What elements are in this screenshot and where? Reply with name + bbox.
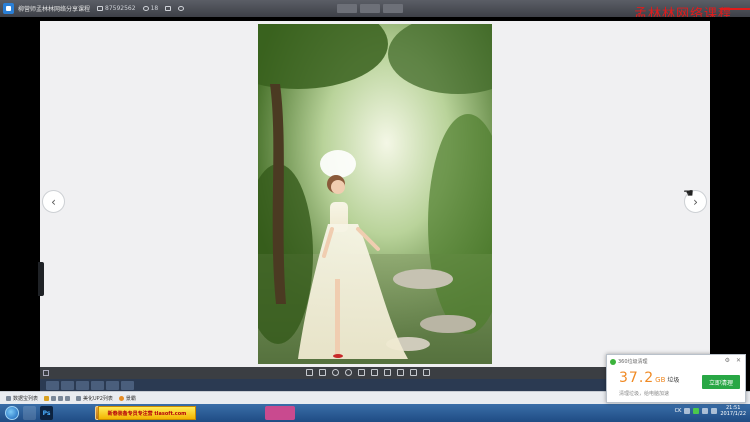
quick-item-3[interactable]: 景霸	[118, 395, 136, 402]
play-icon[interactable]	[371, 369, 378, 376]
app-icon-d[interactable]	[65, 395, 71, 401]
stream-topbar: 柳营师孟林林网络分享课程 87592562 18 孟林林网络课程	[0, 0, 750, 22]
taskbar-app-photoshop[interactable]: Ps	[40, 406, 53, 420]
photo-illustration	[258, 24, 492, 364]
clean-now-button[interactable]: 立即清理	[702, 375, 740, 389]
remote-app-icon[interactable]	[46, 380, 59, 390]
app-icon-a[interactable]	[44, 395, 50, 401]
popup-header: 360垃圾清理	[610, 358, 648, 365]
tray-icon[interactable]	[702, 408, 709, 414]
chevron-right-icon: ›	[693, 194, 698, 209]
close-icon[interactable]: ✕	[736, 357, 741, 364]
tray-label[interactable]: CK	[675, 408, 682, 414]
hand-cursor-icon: ☚	[683, 186, 694, 200]
viewer-stat: 87592562	[97, 5, 136, 12]
viewer-icon	[97, 6, 104, 11]
zoom-out-icon[interactable]	[345, 369, 352, 376]
app-icon-b[interactable]	[51, 395, 57, 401]
watermark-underline	[720, 8, 750, 10]
wedding-photo	[258, 24, 492, 364]
remote-app-icon[interactable]	[61, 380, 74, 390]
fit-icon[interactable]	[306, 369, 313, 376]
prev-photo-button[interactable]: ‹	[42, 190, 65, 213]
popup-title: 360垃圾清理	[618, 359, 648, 365]
link-icon[interactable]	[178, 6, 185, 11]
quick-item-label: 美化UP2列表	[83, 395, 113, 402]
mini-tab[interactable]	[360, 4, 380, 13]
app-icon-c[interactable]	[58, 395, 64, 401]
viewer-count: 87592562	[105, 5, 136, 12]
junk-size: 37.2 GB 垃圾	[619, 370, 679, 386]
list-icon	[76, 395, 82, 401]
tray-icon[interactable]	[684, 408, 691, 414]
viewer-menu-icon[interactable]	[43, 370, 49, 376]
gear-icon[interactable]: ⚙	[725, 357, 730, 364]
popup-controls: ⚙ ✕	[725, 357, 741, 364]
quick-item-label: 数据宝列表	[13, 395, 39, 402]
side-handle[interactable]	[38, 262, 44, 296]
next-icon[interactable]	[384, 369, 391, 376]
share-stat[interactable]	[165, 6, 172, 11]
video-player: ‹ › ☚	[0, 17, 750, 391]
gear-icon	[118, 395, 124, 401]
delete-icon[interactable]	[423, 369, 430, 376]
quick-item-1[interactable]: 数据宝列表	[6, 395, 38, 402]
rotate-right-icon[interactable]	[410, 369, 417, 376]
360-logo-icon	[610, 358, 616, 365]
ad-banner[interactable]: 新春装备专员专注营 tlasoft.com	[98, 406, 196, 420]
tray-icon-green[interactable]	[693, 408, 700, 414]
share-icon[interactable]	[165, 6, 172, 11]
remote-app-icon[interactable]	[76, 380, 89, 390]
app-icon	[3, 3, 14, 14]
link-stat[interactable]	[178, 6, 185, 11]
like-stat: 18	[142, 5, 159, 12]
channel-title: 柳营师孟林林网络分享课程	[18, 6, 91, 13]
remote-app-icon[interactable]	[91, 380, 104, 390]
chevron-left-icon: ‹	[51, 194, 56, 209]
like-count: 18	[150, 5, 159, 12]
quick-item-label: 景霸	[125, 395, 136, 402]
actual-size-icon[interactable]	[319, 369, 326, 376]
junk-size-number: 37.2	[619, 370, 655, 386]
like-icon	[142, 6, 149, 11]
cleanup-popup: 360垃圾清理 ⚙ ✕ 37.2 GB 垃圾 清理垃圾，给电脑加速 立即清理	[606, 354, 746, 403]
photo-viewer: ‹ › ☚	[40, 21, 710, 379]
rotate-left-icon[interactable]	[397, 369, 404, 376]
junk-size-unit: GB	[655, 376, 666, 384]
remote-app-icon[interactable]	[121, 380, 134, 390]
prev-icon[interactable]	[358, 369, 365, 376]
junk-size-kind: 垃圾	[667, 377, 680, 384]
viewer-tool-icons	[306, 369, 430, 376]
clock-date: 2017/1/22	[720, 411, 746, 417]
taskbar-app-pink[interactable]	[265, 406, 295, 420]
taskbar-app-folder[interactable]	[23, 406, 36, 420]
top-mini-tabs	[337, 4, 403, 13]
system-tray: CK 21:51 2017/1/22	[675, 405, 746, 417]
folder-icon	[6, 395, 11, 401]
quick-icons	[44, 395, 71, 401]
zoom-in-icon[interactable]	[332, 369, 339, 376]
mini-tab[interactable]	[337, 4, 357, 13]
quick-item-2[interactable]: 美化UP2列表	[76, 395, 113, 402]
popup-subtitle: 清理垃圾，给电脑加速	[619, 391, 670, 397]
clock[interactable]: 21:51 2017/1/22	[720, 405, 746, 417]
screen: 柳营师孟林林网络分享课程 87592562 18 孟林林网络课程 ‹ › ☚ 数…	[0, 0, 750, 422]
mini-tab[interactable]	[383, 4, 403, 13]
volume-icon[interactable]	[711, 408, 718, 414]
remote-app-icon[interactable]	[106, 380, 119, 390]
start-button[interactable]	[5, 406, 19, 420]
